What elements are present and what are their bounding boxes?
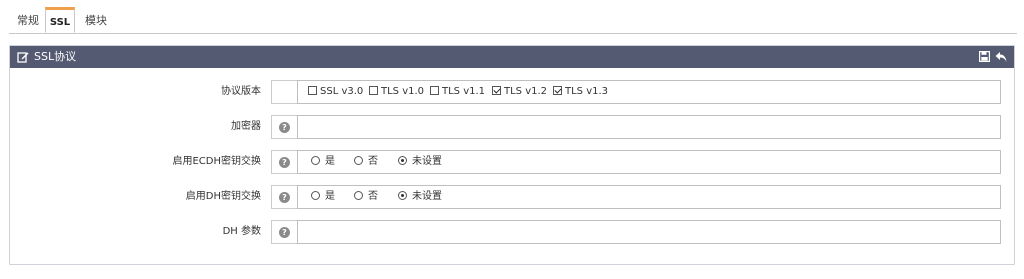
radio-label: 未设置: [412, 191, 442, 202]
radio-label: 否: [368, 191, 378, 202]
dh-param-input[interactable]: [298, 221, 1000, 243]
radio-icon: [354, 156, 363, 165]
radio-icon: [311, 191, 320, 200]
tab-modules[interactable]: 模块: [79, 11, 113, 31]
cipher-input[interactable]: [298, 116, 1000, 138]
ssl-protocol-panel: SSL协议 协议版本 SSL v3.0 TLS v1.0 TLS v1.1 TL…: [9, 45, 1015, 265]
help-icon: ?: [279, 122, 290, 133]
radio-icon: [354, 191, 363, 200]
radio-label: 否: [368, 156, 378, 167]
tab-bar: 常规 SSL 模块: [9, 7, 1017, 34]
dh-radio-no[interactable]: 否: [354, 186, 378, 208]
checkbox-icon: [369, 86, 378, 95]
checkbox-checked-icon: [553, 86, 562, 95]
checkbox-label: TLS v1.1: [442, 86, 486, 97]
row-cipher: 加密器 ?: [10, 115, 1014, 139]
edit-icon: [17, 52, 29, 63]
tab-ssl[interactable]: SSL: [45, 7, 75, 33]
dh-param-label: DH 参数: [222, 226, 261, 237]
row-ecdh: 启用ECDH密钥交换 ? 是 否 未设置: [10, 150, 1014, 174]
checkbox-label: TLS v1.3: [565, 86, 609, 97]
checkbox-tls-v1-0[interactable]: TLS v1.0: [369, 81, 424, 103]
help-icon: ?: [279, 192, 290, 203]
dh-label: 启用DH密钥交换: [185, 191, 261, 202]
dh-help[interactable]: ?: [271, 185, 297, 209]
protocol-version-checkboxes: SSL v3.0 TLS v1.0 TLS v1.1 TLS v1.2 TLS …: [297, 80, 1001, 104]
panel-title: SSL协议: [34, 50, 77, 63]
radio-label: 是: [325, 156, 335, 167]
panel-header: SSL协议: [10, 46, 1014, 68]
cipher-label: 加密器: [231, 121, 261, 132]
checkbox-label: TLS v1.0: [381, 86, 425, 97]
checkbox-icon: [430, 86, 439, 95]
radio-label: 是: [325, 191, 335, 202]
cipher-help[interactable]: ?: [271, 115, 297, 139]
checkbox-ssl-v3[interactable]: SSL v3.0: [308, 81, 363, 103]
protocol-version-label: 协议版本: [221, 86, 261, 97]
undo-icon[interactable]: [995, 51, 1007, 63]
row-protocol-version: 协议版本 SSL v3.0 TLS v1.0 TLS v1.1 TLS v1.2…: [10, 80, 1014, 104]
ecdh-radio-no[interactable]: 否: [354, 151, 378, 173]
checkbox-checked-icon: [492, 86, 501, 95]
checkbox-label: SSL v3.0: [320, 86, 364, 97]
radio-selected-icon: [398, 156, 407, 165]
ecdh-help[interactable]: ?: [271, 150, 297, 174]
radio-selected-icon: [398, 191, 407, 200]
checkbox-tls-v1-3[interactable]: TLS v1.3: [553, 81, 608, 103]
ecdh-label: 启用ECDH密钥交换: [172, 156, 261, 167]
ecdh-radio-yes[interactable]: 是: [311, 151, 335, 173]
help-icon: ?: [279, 227, 290, 238]
save-icon[interactable]: [979, 51, 990, 62]
row-dh-param: DH 参数 ?: [10, 220, 1014, 244]
checkbox-label: TLS v1.2: [504, 86, 548, 97]
help-icon: ?: [279, 157, 290, 168]
radio-label: 未设置: [412, 156, 442, 167]
ecdh-radio-group: 是 否 未设置: [297, 150, 1001, 174]
row-dh: 启用DH密钥交换 ? 是 否 未设置: [10, 185, 1014, 209]
dh-param-field: [297, 220, 1001, 244]
dh-radio-group: 是 否 未设置: [297, 185, 1001, 209]
dh-radio-yes[interactable]: 是: [311, 186, 335, 208]
tab-ssl-label: SSL: [49, 17, 71, 28]
tab-general[interactable]: 常规: [11, 11, 45, 31]
radio-icon: [311, 156, 320, 165]
tab-general-label: 常规: [17, 14, 39, 27]
checkbox-tls-v1-1[interactable]: TLS v1.1: [430, 81, 485, 103]
checkbox-tls-v1-2[interactable]: TLS v1.2: [492, 81, 547, 103]
cipher-field: [297, 115, 1001, 139]
tab-modules-label: 模块: [85, 14, 107, 27]
protocol-version-prefix: [271, 80, 297, 104]
ecdh-radio-unset[interactable]: 未设置: [398, 151, 442, 173]
dh-param-help[interactable]: ?: [271, 220, 297, 244]
checkbox-icon: [308, 86, 317, 95]
dh-radio-unset[interactable]: 未设置: [398, 186, 442, 208]
